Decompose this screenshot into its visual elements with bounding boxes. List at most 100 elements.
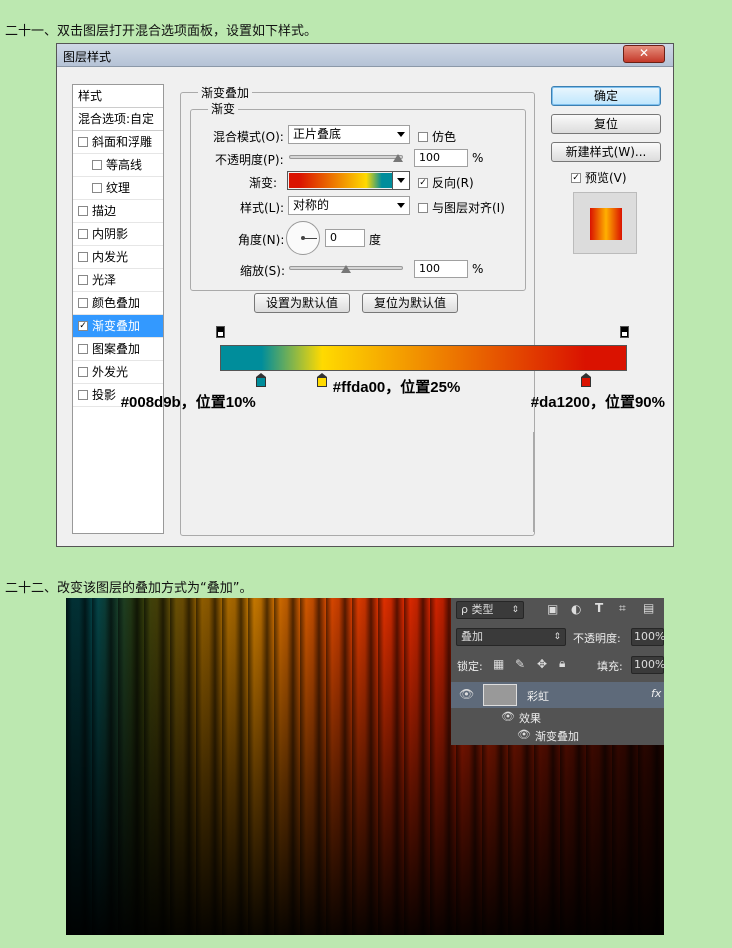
style-checkbox[interactable] xyxy=(92,182,102,193)
opacity-label: 不透明度: xyxy=(573,632,621,645)
close-button[interactable]: ✕ xyxy=(623,45,665,63)
preview-thumbnail xyxy=(573,192,637,254)
style-list-item[interactable]: 颜色叠加 xyxy=(73,292,163,315)
scale-slider-thumb[interactable] xyxy=(341,265,351,273)
filter-kind-select[interactable]: ρ 类型 ⇕ xyxy=(456,601,524,619)
style-checkbox[interactable] xyxy=(78,228,88,239)
style-checkbox[interactable] xyxy=(78,251,88,262)
eye-icon[interactable]: 👁︎ xyxy=(501,710,515,723)
eye-icon[interactable]: 👁︎ xyxy=(517,728,531,741)
blend-mode-select[interactable]: 正片叠底 xyxy=(288,125,410,144)
style-checkbox[interactable] xyxy=(78,205,88,216)
style-list-item[interactable]: 内阴影 xyxy=(73,223,163,246)
opacity-label: 不透明度(P): xyxy=(215,153,284,167)
fill-label: 填充: xyxy=(597,660,623,673)
dither-check-box xyxy=(418,131,428,142)
gradient-picker[interactable] xyxy=(287,171,410,190)
preview-checkbox[interactable]: ✓ 预览(V) xyxy=(571,169,627,186)
gradient-dropdown-button[interactable] xyxy=(392,172,409,189)
gradient-swatch xyxy=(289,173,392,188)
type-filter-icon[interactable]: T xyxy=(595,601,603,615)
color-stop[interactable] xyxy=(255,373,266,387)
set-default-button[interactable]: 设置为默认值 xyxy=(254,293,350,313)
reverse-check-box: ✓ xyxy=(418,177,428,188)
effects-row[interactable]: 👁︎ 效果 xyxy=(451,708,664,726)
style-checkbox[interactable] xyxy=(92,159,102,170)
effect-item-label: 渐变叠加 xyxy=(535,730,579,743)
opacity-stop-left[interactable] xyxy=(216,326,225,338)
lock-transparent-icon[interactable]: ▦ xyxy=(493,657,504,671)
layer-thumbnail xyxy=(483,684,517,706)
reverse-checkbox[interactable]: ✓ 反向(R) xyxy=(418,174,474,191)
layer-opacity-input[interactable]: 100% xyxy=(631,628,665,646)
style-list-item[interactable]: ✓ 渐变叠加 xyxy=(73,315,163,338)
preview-check-box: ✓ xyxy=(571,172,581,183)
opacity-input[interactable]: 100 xyxy=(414,149,468,167)
style-list-item[interactable]: 描边 xyxy=(73,200,163,223)
scale-input[interactable]: 100 xyxy=(414,260,468,278)
style-list-item[interactable]: 样式 xyxy=(73,85,163,108)
blend-mode-select[interactable]: 叠加 ⇕ xyxy=(456,628,566,646)
lock-all-icon[interactable]: 🔒︎ xyxy=(559,656,565,671)
align-with-layer-checkbox[interactable]: 与图层对齐(I) xyxy=(418,199,505,216)
style-select[interactable]: 对称的 xyxy=(288,196,410,215)
opacity-slider[interactable] xyxy=(289,155,403,159)
style-list-item[interactable]: 光泽 xyxy=(73,269,163,292)
opacity-slider-thumb[interactable] xyxy=(393,154,403,162)
angle-label: 角度(N): xyxy=(238,233,285,247)
eye-icon[interactable]: 👁︎ xyxy=(459,687,474,701)
dither-label: 仿色 xyxy=(432,130,457,144)
dither-checkbox[interactable]: 仿色 xyxy=(418,128,456,145)
color-stop[interactable] xyxy=(316,373,327,387)
lock-brush-icon[interactable]: ✎ xyxy=(515,657,525,671)
chevron-down-icon xyxy=(397,178,405,183)
style-list-item[interactable]: 外发光 xyxy=(73,361,163,384)
style-list-label: 混合选项:自定 xyxy=(78,112,155,126)
opacity-stop-right[interactable] xyxy=(620,326,629,338)
style-checkbox[interactable] xyxy=(78,389,88,400)
style-list-label: 纹理 xyxy=(106,181,131,195)
style-checkbox[interactable] xyxy=(78,297,88,308)
adjustment-filter-icon[interactable]: ◐ xyxy=(571,602,581,616)
style-list-item[interactable]: 混合选项:自定 xyxy=(73,108,163,131)
style-checkbox[interactable] xyxy=(78,343,88,354)
gradient-label: 渐变: xyxy=(249,176,278,190)
style-checkbox[interactable]: ✓ xyxy=(78,320,88,331)
style-list-item[interactable]: 等高线 xyxy=(73,154,163,177)
angle-dial[interactable] xyxy=(286,221,320,255)
style-checkbox[interactable] xyxy=(78,274,88,285)
new-style-button[interactable]: 新建样式(W)... xyxy=(551,142,661,162)
fx-icon[interactable]: fx xyxy=(651,687,661,700)
style-list-item[interactable]: 图案叠加 xyxy=(73,338,163,361)
lock-move-icon[interactable]: ✥ xyxy=(537,657,547,671)
angle-input[interactable]: 0 xyxy=(325,229,365,247)
reset-default-button[interactable]: 复位为默认值 xyxy=(362,293,458,313)
angle-unit: 度 xyxy=(369,233,382,247)
layer-row-rainbow[interactable]: 👁︎ 彩虹 fx xyxy=(451,682,664,708)
layers-panel: ρ 类型 ⇕ ▣ ◐ T ⌗ ▤ 叠加 ⇕ 不透明度: 100% 锁定: ▦ ✎… xyxy=(451,598,665,745)
style-list-item[interactable]: 纹理 xyxy=(73,177,163,200)
style-list-item[interactable]: 内发光 xyxy=(73,246,163,269)
chevron-updown-icon: ⇕ xyxy=(511,605,519,615)
style-list-label: 投影 xyxy=(92,388,117,402)
image-filter-icon[interactable]: ▣ xyxy=(547,602,558,616)
smart-object-filter-icon[interactable]: ▤ xyxy=(643,601,654,615)
layer-fill-input[interactable]: 100% xyxy=(631,656,665,674)
color-stop[interactable] xyxy=(581,373,592,387)
scale-unit: % xyxy=(472,262,484,276)
style-list-label: 外发光 xyxy=(92,365,129,379)
section-title: 渐变叠加 xyxy=(198,84,253,101)
reset-button[interactable]: 复位 xyxy=(551,114,661,134)
style-label: 样式(L): xyxy=(240,201,285,215)
shape-filter-icon[interactable]: ⌗ xyxy=(619,601,626,616)
preview-label: 预览(V) xyxy=(585,171,627,185)
style-list: 样式混合选项:自定斜面和浮雕 等高线纹理描边 内阴影 内发光 光泽 颜色叠加 ✓ 渐变叠加 图案… xyxy=(72,84,164,534)
dialog-title: 图层样式 xyxy=(63,50,112,64)
style-checkbox[interactable] xyxy=(78,136,88,147)
reverse-label: 反向(R) xyxy=(432,176,474,190)
style-checkbox[interactable] xyxy=(78,366,88,377)
gradient-overlay-effect-row[interactable]: 👁︎ 渐变叠加 xyxy=(451,726,664,744)
style-list-item[interactable]: 斜面和浮雕 xyxy=(73,131,163,154)
step21-caption: 二十一、双击图层打开混合选项面板，设置如下样式。 xyxy=(5,24,318,39)
ok-button[interactable]: 确定 xyxy=(551,86,661,106)
